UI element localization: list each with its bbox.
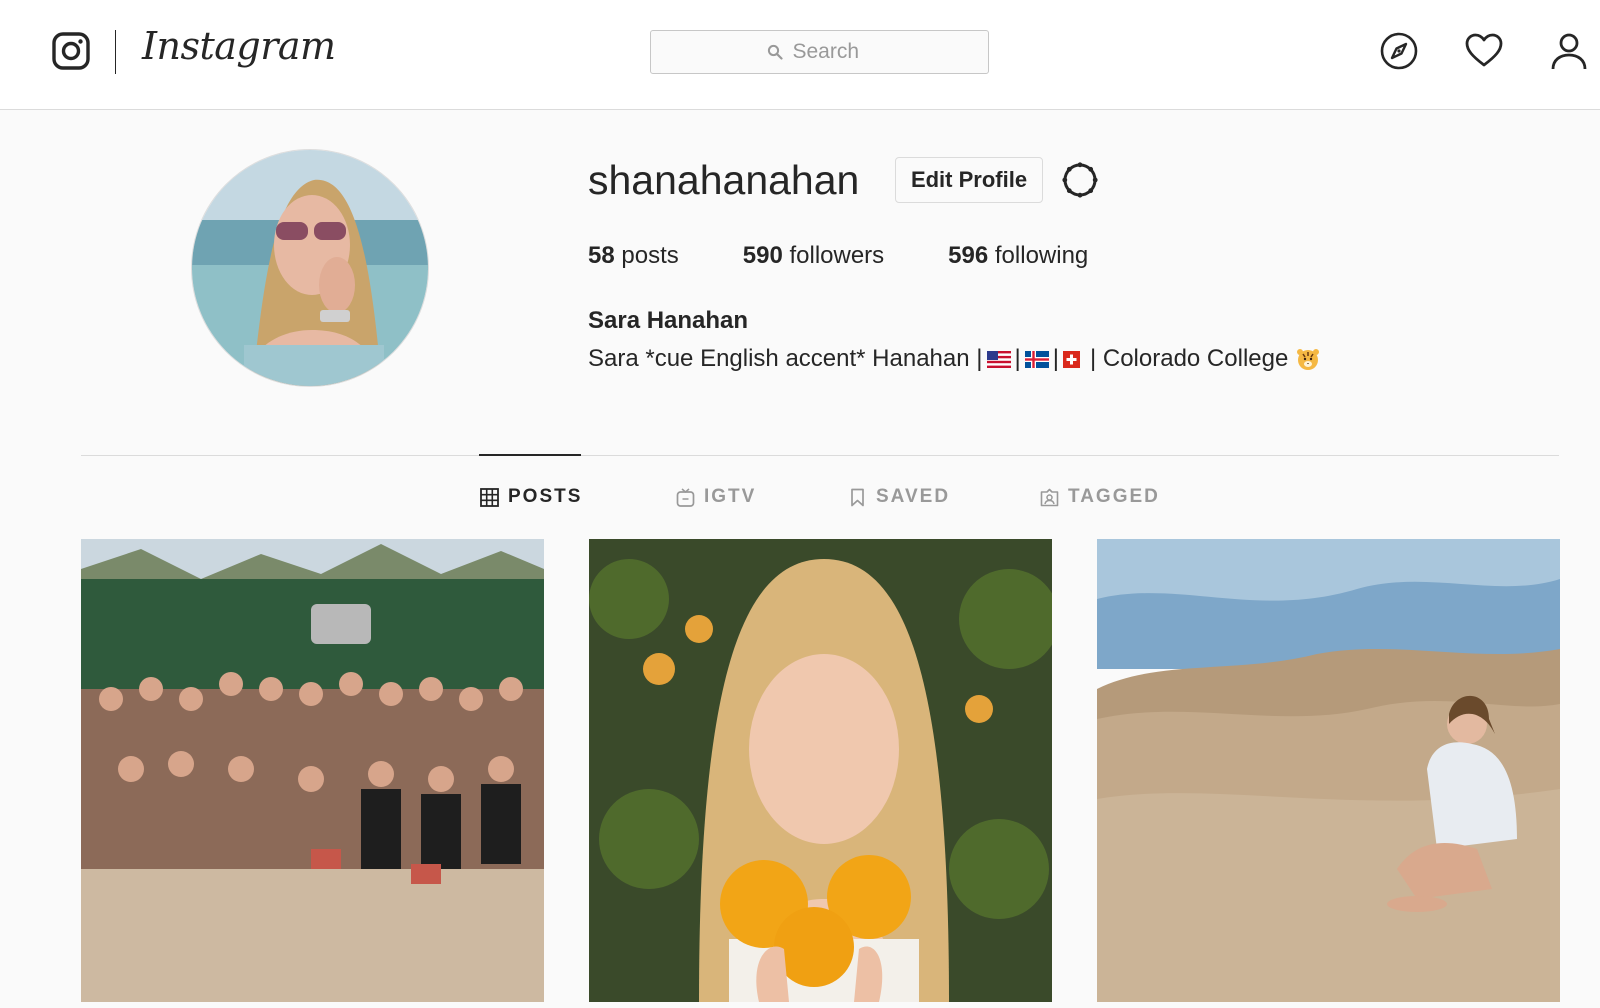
top-navigation-bar: Instagram — [0, 0, 1600, 110]
posts-count: 58 — [588, 242, 615, 269]
tabs-divider — [81, 455, 1559, 456]
post-thumbnail[interactable] — [589, 539, 1052, 1002]
grid-icon — [480, 487, 499, 507]
following-stat[interactable]: 596 following — [948, 242, 1088, 270]
logo-divider — [115, 30, 116, 74]
bio-prefix: Sara *cue English accent* Hanahan | — [588, 345, 983, 372]
tab-label: POSTS — [508, 486, 583, 507]
instagram-glyph-icon[interactable] — [52, 32, 90, 70]
tiger-face-icon — [1297, 349, 1320, 370]
settings-gear-icon[interactable] — [1060, 160, 1100, 200]
profile-username: shanahanahan — [588, 157, 860, 203]
iceland-flag-icon — [1024, 350, 1049, 368]
posts-stat[interactable]: 58 posts — [588, 242, 679, 270]
profile-stats: 58 posts 590 followers 596 following — [588, 242, 1152, 270]
search-box[interactable] — [650, 30, 989, 74]
followers-count: 590 — [742, 242, 783, 269]
post-photo-group — [81, 539, 544, 1002]
avatar-photo — [192, 150, 428, 386]
compass-icon[interactable] — [1379, 31, 1419, 71]
bookmark-icon — [851, 488, 864, 506]
heart-icon[interactable] — [1464, 31, 1504, 71]
post-thumbnail[interactable] — [81, 539, 544, 1002]
bio-separator: | — [1052, 345, 1059, 372]
tab-label: TAGGED — [1068, 486, 1160, 507]
post-photo-dunes — [1097, 539, 1560, 1002]
tab-igtv[interactable]: IGTV — [676, 486, 756, 508]
followers-label: followers — [789, 242, 885, 269]
active-tab-indicator — [479, 454, 581, 456]
profile-bio: Sara *cue English accent* Hanahan | | | … — [588, 345, 1320, 373]
followers-stat[interactable]: 590 followers — [743, 242, 884, 270]
profile-full-name: Sara Hanahan — [588, 307, 749, 334]
tab-label: SAVED — [876, 486, 951, 507]
tab-tagged[interactable]: TAGGED — [1040, 486, 1160, 508]
edit-profile-button[interactable]: Edit Profile — [895, 157, 1043, 203]
search-icon — [767, 44, 783, 60]
igtv-icon — [676, 487, 695, 507]
post-thumbnail[interactable] — [1097, 539, 1560, 1002]
tab-saved[interactable]: SAVED — [848, 486, 950, 508]
bio-suffix: | Colorado College — [1089, 345, 1289, 372]
bio-separator: | — [1014, 345, 1021, 372]
person-icon[interactable] — [1549, 31, 1589, 71]
switzerland-flag-icon — [1062, 350, 1080, 368]
tab-label: IGTV — [704, 486, 757, 507]
posts-label: posts — [621, 242, 679, 269]
profile-avatar[interactable] — [191, 149, 429, 387]
instagram-wordmark[interactable]: Instagram — [142, 24, 336, 68]
following-label: following — [994, 242, 1089, 269]
search-input[interactable] — [792, 40, 873, 64]
post-photo-oranges — [589, 539, 1052, 1002]
following-count: 596 — [948, 242, 989, 269]
tagged-icon — [1040, 488, 1059, 506]
tab-posts[interactable]: POSTS — [480, 486, 582, 508]
us-flag-icon — [986, 350, 1011, 368]
